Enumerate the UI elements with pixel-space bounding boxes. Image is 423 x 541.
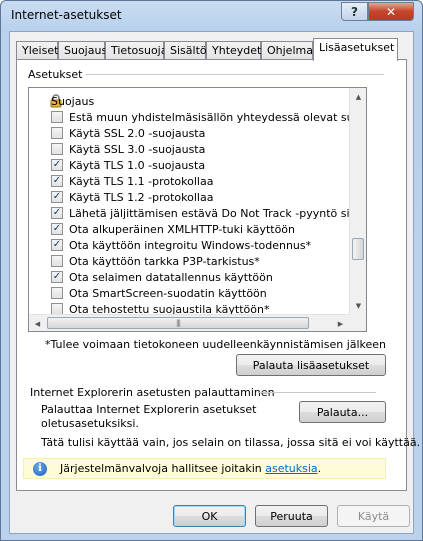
horizontal-scrollbar[interactable]: ◀ ||| ▶ xyxy=(29,314,349,331)
checkbox-checked[interactable]: ✓ xyxy=(51,271,63,283)
restart-footnote: *Tulee voimaan tietokoneen uudelleenkäyn… xyxy=(45,338,387,351)
setting-label: Käytä SSL 3.0 -suojausta xyxy=(69,142,206,156)
close-button[interactable]: ✕ xyxy=(368,2,414,21)
setting-row[interactable]: ✓ Lähetä jäljittämisen estävä Do Not Trac… xyxy=(29,205,349,221)
setting-row[interactable]: ✓ Ota selaimen datatallennus käyttöön xyxy=(29,269,349,285)
tab-sisalto[interactable]: Sisältö xyxy=(164,41,207,60)
checkbox-unchecked[interactable] xyxy=(51,303,63,314)
settings-link[interactable]: asetuksia xyxy=(265,462,317,475)
setting-row[interactable]: ✓ Ota alkuperäinen XMLHTTP-tuki käyttöön xyxy=(29,221,349,237)
info-bar: i Järjestelmänvalvoja hallitsee joitakin… xyxy=(23,458,386,479)
setting-label: Estä muun yhdistelmäsisällön yhteydessä … xyxy=(69,110,349,124)
checkbox-checked[interactable]: ✓ xyxy=(51,239,63,251)
reset-group-label: Internet Explorerin asetusten palauttami… xyxy=(30,386,275,399)
vertical-scrollbar[interactable]: ▲ ▼ xyxy=(349,88,366,314)
setting-label: Ota käyttöön integroitu Windows-todennus… xyxy=(69,238,312,252)
setting-label: Ota selaimen datatallennus käyttöön xyxy=(69,270,273,284)
vertical-scroll-thumb[interactable] xyxy=(352,238,364,260)
info-icon: i xyxy=(33,462,47,476)
tab-tietosuoja[interactable]: Tietosuoja xyxy=(105,41,167,60)
tab-yleiset[interactable]: Yleiset xyxy=(16,41,58,60)
checkbox-unchecked[interactable] xyxy=(51,143,63,155)
reset-button[interactable]: Palauta... xyxy=(299,401,386,423)
info-suffix: . xyxy=(317,462,322,475)
setting-row[interactable]: ✓ Ota käyttöön integroitu Windows-todennu… xyxy=(29,237,349,253)
checkbox-checked[interactable]: ✓ xyxy=(51,191,63,203)
reset-description-line1: Palauttaa Internet Explorerin asetukset xyxy=(41,403,257,416)
setting-row[interactable]: Estä muun yhdistelmäsisällön yhteydessä … xyxy=(29,109,349,125)
scroll-right-icon[interactable]: ▶ xyxy=(332,315,349,331)
apply-label: Käytä xyxy=(357,509,390,523)
info-text: Järjestelmänvalvoja hallitsee joitakin a… xyxy=(60,462,321,475)
reset-warning: Tätä tulisi käyttää vain, jos selain on … xyxy=(41,436,421,449)
tab-ohjelmat[interactable]: Ohjelmat xyxy=(261,41,317,60)
dialog-window: Internet-asetukset ? ✕ Yleiset Suojaus T… xyxy=(0,0,423,541)
reset-description-line2: oletusasetuksiksi. xyxy=(41,417,139,430)
scroll-up-icon[interactable]: ▲ xyxy=(350,88,366,105)
settings-tree-list[interactable]: Suojaus Estä muun yhdistelmäsisällön yht… xyxy=(28,87,367,332)
setting-row[interactable]: Ota SmartScreen-suodatin käyttöön xyxy=(29,285,349,301)
restore-advanced-button[interactable]: Palauta lisäasetukset xyxy=(236,354,386,376)
setting-label: Lähetä jäljittämisen estävä Do Not Track… xyxy=(69,206,349,220)
title-bar[interactable]: Internet-asetukset ? ✕ xyxy=(1,1,422,31)
scroll-left-icon[interactable]: ◀ xyxy=(29,315,46,331)
setting-label: Käytä TLS 1.0 -suojausta xyxy=(69,158,206,172)
checkbox-checked[interactable]: ✓ xyxy=(51,159,63,171)
setting-row[interactable]: Ota tehostettu suojaustila käyttöön* xyxy=(29,301,349,314)
ok-label: OK xyxy=(201,509,218,523)
window-title: Internet-asetukset xyxy=(11,8,122,22)
horizontal-scroll-thumb[interactable]: ||| xyxy=(47,317,309,329)
checkbox-checked[interactable]: ✓ xyxy=(51,207,63,219)
setting-label: Käytä TLS 1.2 -protokollaa xyxy=(69,190,214,204)
setting-row[interactable]: ✓ Käytä TLS 1.0 -suojausta xyxy=(29,157,349,173)
tab-lisaasetukset[interactable]: Lisäasetukset xyxy=(313,38,398,61)
cancel-button[interactable]: Peruuta xyxy=(255,505,328,527)
checkbox-checked[interactable]: ✓ xyxy=(51,223,63,235)
setting-row[interactable]: Käytä SSL 2.0 -suojausta xyxy=(29,125,349,141)
group-divider xyxy=(71,74,384,75)
setting-label: Ota tehostettu suojaustila käyttöön* xyxy=(69,302,270,315)
apply-button[interactable]: Käytä xyxy=(337,505,410,527)
setting-row[interactable]: ✓ Käytä TLS 1.2 -protokollaa xyxy=(29,189,349,205)
reset-button-label: Palauta... xyxy=(316,405,369,419)
info-message: Järjestelmänvalvoja hallitsee joitakin xyxy=(60,462,266,475)
setting-label: Ota SmartScreen-suodatin käyttöön xyxy=(69,286,267,300)
settings-group-label: Asetukset xyxy=(28,68,86,81)
checkbox-checked[interactable]: ✓ xyxy=(51,175,63,187)
restore-advanced-label: Palauta lisäasetukset xyxy=(252,358,370,372)
setting-label: Käytä TLS 1.1 -protokollaa xyxy=(69,174,214,188)
setting-row[interactable]: Käytä SSL 3.0 -suojausta xyxy=(29,141,349,157)
ok-button[interactable]: OK xyxy=(173,505,246,527)
checkbox-unchecked[interactable] xyxy=(51,111,63,123)
setting-label: Ota käyttöön tarkka P3P-tarkistus* xyxy=(69,254,260,268)
setting-row[interactable]: ✓ Käytä TLS 1.1 -protokollaa xyxy=(29,173,349,189)
setting-label: Käytä SSL 2.0 -suojausta xyxy=(69,126,206,140)
setting-row[interactable]: Ota käyttöön tarkka P3P-tarkistus* xyxy=(29,253,349,269)
tab-yhteydet[interactable]: Yhteydet xyxy=(206,41,261,60)
scroll-down-icon[interactable]: ▼ xyxy=(350,297,366,314)
setting-label: Ota alkuperäinen XMLHTTP-tuki käyttöön xyxy=(69,222,296,236)
reset-divider xyxy=(258,392,376,393)
tab-suojaus[interactable]: Suojaus xyxy=(58,41,107,60)
category-label: Suojaus xyxy=(51,94,95,108)
scrollbar-corner xyxy=(349,314,366,331)
checkbox-unchecked[interactable] xyxy=(51,255,63,267)
category-row[interactable]: Suojaus xyxy=(29,93,349,109)
checkbox-unchecked[interactable] xyxy=(51,127,63,139)
help-button[interactable]: ? xyxy=(341,2,368,21)
checkbox-unchecked[interactable] xyxy=(51,287,63,299)
cancel-label: Peruuta xyxy=(270,509,313,523)
